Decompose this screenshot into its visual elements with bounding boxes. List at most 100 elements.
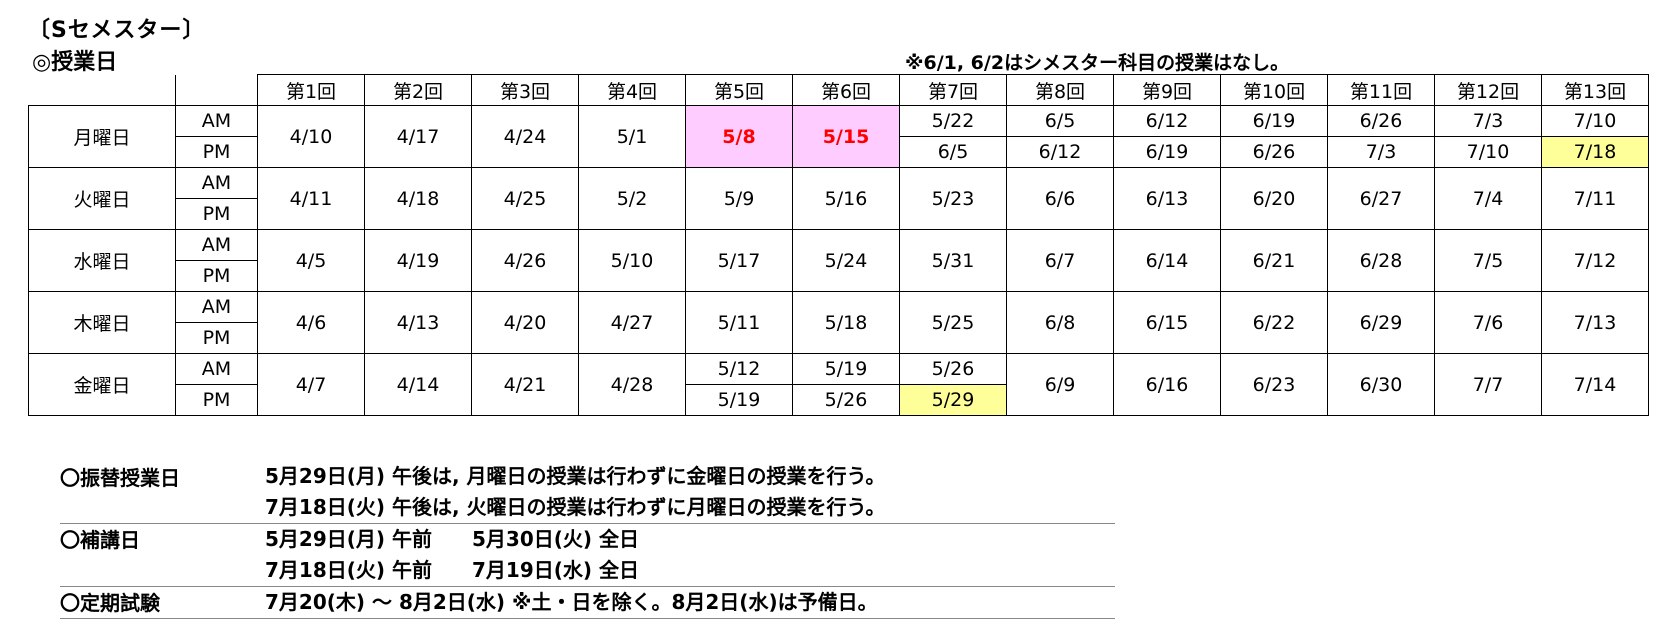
day-label-monday: 月曜日 bbox=[28, 105, 176, 168]
date-cell: 5/16 bbox=[792, 167, 900, 230]
date-cell: 5/18 bbox=[792, 291, 900, 354]
column-header: 第5回 bbox=[685, 74, 793, 106]
date-cell: 5/10 bbox=[578, 229, 686, 292]
day-label-friday: 金曜日 bbox=[28, 353, 176, 416]
pm-label: PM bbox=[175, 260, 258, 292]
column-header: 第7回 bbox=[899, 74, 1007, 106]
date-cell-highlight-pink: 5/8 bbox=[685, 105, 793, 168]
date-cell: 6/16 bbox=[1113, 353, 1221, 416]
semester-note: ※6/1, 6/2はシメスター科目の授業はなし。 bbox=[905, 52, 1290, 74]
date-cell: 6/26 bbox=[1327, 105, 1435, 137]
class-schedule-table: 第1回 第2回 第3回 第4回 第5回 第6回 第7回 第8回 第9回 第10回… bbox=[28, 74, 1649, 416]
pm-label: PM bbox=[175, 384, 258, 416]
date-cell: 4/13 bbox=[364, 291, 472, 354]
exam-label: 〇定期試験 bbox=[60, 591, 160, 615]
date-cell: 6/19 bbox=[1220, 105, 1328, 137]
date-cell: 6/14 bbox=[1113, 229, 1221, 292]
date-cell: 5/1 bbox=[578, 105, 686, 168]
date-cell: 6/20 bbox=[1220, 167, 1328, 230]
column-header: 第2回 bbox=[364, 74, 472, 106]
date-cell: 6/26 bbox=[1220, 136, 1328, 168]
date-cell: 5/11 bbox=[685, 291, 793, 354]
column-header: 第4回 bbox=[578, 74, 686, 106]
makeup-day-label: 〇振替授業日 bbox=[60, 466, 180, 490]
date-cell: 7/7 bbox=[1434, 353, 1542, 416]
corner-cell bbox=[175, 74, 258, 106]
date-cell: 5/26 bbox=[899, 353, 1007, 385]
wednesday-am-row: 水曜日 AM 4/5 4/19 4/26 5/10 5/17 5/24 5/31… bbox=[28, 229, 1649, 292]
date-cell: 6/28 bbox=[1327, 229, 1435, 292]
date-cell: 6/29 bbox=[1327, 291, 1435, 354]
date-cell: 6/15 bbox=[1113, 291, 1221, 354]
date-cell: 6/12 bbox=[1006, 136, 1114, 168]
date-cell: 4/7 bbox=[257, 353, 365, 416]
date-cell: 7/4 bbox=[1434, 167, 1542, 230]
date-cell: 4/19 bbox=[364, 229, 472, 292]
date-cell: 4/20 bbox=[471, 291, 579, 354]
date-cell: 5/26 bbox=[792, 384, 900, 416]
date-cell: 7/10 bbox=[1541, 105, 1649, 137]
date-cell: 5/19 bbox=[792, 353, 900, 385]
am-label: AM bbox=[175, 353, 258, 385]
supplementary-day-note: 〇補講日 5月29日(月) 午前 5月30日(火) 全日 7月18日(火) 午前… bbox=[60, 524, 1115, 587]
date-cell: 4/28 bbox=[578, 353, 686, 416]
date-cell: 4/6 bbox=[257, 291, 365, 354]
monday-am-row: 月曜日 AM 4/10 4/17 4/24 5/1 5/8 5/15 5/22 … bbox=[28, 105, 1649, 168]
column-header: 第1回 bbox=[257, 74, 365, 106]
date-cell: 6/9 bbox=[1006, 353, 1114, 416]
day-label-wednesday: 水曜日 bbox=[28, 229, 176, 292]
date-cell: 6/12 bbox=[1113, 105, 1221, 137]
pm-label: PM bbox=[175, 136, 258, 168]
date-cell: 6/27 bbox=[1327, 167, 1435, 230]
date-cell: 5/9 bbox=[685, 167, 793, 230]
header-row: 第1回 第2回 第3回 第4回 第5回 第6回 第7回 第8回 第9回 第10回… bbox=[29, 74, 1649, 106]
date-cell: 5/19 bbox=[685, 384, 793, 416]
date-cell: 4/21 bbox=[471, 353, 579, 416]
date-cell: 6/13 bbox=[1113, 167, 1221, 230]
date-cell: 5/22 bbox=[899, 105, 1007, 137]
date-cell: 5/12 bbox=[685, 353, 793, 385]
am-label: AM bbox=[175, 167, 258, 199]
date-cell: 5/2 bbox=[578, 167, 686, 230]
column-header: 第10回 bbox=[1220, 74, 1328, 106]
date-cell: 7/5 bbox=[1434, 229, 1542, 292]
column-header: 第13回 bbox=[1541, 74, 1649, 106]
am-label: AM bbox=[175, 291, 258, 323]
am-label: AM bbox=[175, 229, 258, 261]
column-header: 第11回 bbox=[1327, 74, 1435, 106]
exam-note: 〇定期試験 7月20(木) ～ 8月2日(水) ※土・日を除く。8月2日(水)は… bbox=[60, 587, 1115, 619]
date-cell: 6/23 bbox=[1220, 353, 1328, 416]
column-header: 第12回 bbox=[1434, 74, 1542, 106]
date-cell: 6/22 bbox=[1220, 291, 1328, 354]
date-cell: 5/23 bbox=[899, 167, 1007, 230]
date-cell: 5/25 bbox=[899, 291, 1007, 354]
pm-label: PM bbox=[175, 198, 258, 230]
date-cell-highlight-yellow: 5/29 bbox=[899, 384, 1007, 416]
date-cell: 6/19 bbox=[1113, 136, 1221, 168]
date-cell: 6/6 bbox=[1006, 167, 1114, 230]
semester-heading: 〔Sセメスター〕 bbox=[28, 18, 206, 43]
date-cell-highlight-pink: 5/15 bbox=[792, 105, 900, 168]
date-cell: 4/24 bbox=[471, 105, 579, 168]
date-cell: 6/8 bbox=[1006, 291, 1114, 354]
date-cell: 7/6 bbox=[1434, 291, 1542, 354]
makeup-day-line: 5月29日(月) 午後は, 月曜日の授業は行わずに金曜日の授業を行う。 bbox=[265, 464, 886, 488]
date-cell: 6/7 bbox=[1006, 229, 1114, 292]
column-header: 第3回 bbox=[471, 74, 579, 106]
supplementary-day-line: 5月29日(月) 午前 5月30日(火) 全日 bbox=[265, 527, 639, 551]
date-cell: 5/17 bbox=[685, 229, 793, 292]
date-cell: 6/30 bbox=[1327, 353, 1435, 416]
date-cell: 4/17 bbox=[364, 105, 472, 168]
class-days-heading: ◎授業日 bbox=[32, 50, 118, 75]
day-label-thursday: 木曜日 bbox=[28, 291, 176, 354]
column-header: 第9回 bbox=[1113, 74, 1221, 106]
date-cell: 4/27 bbox=[578, 291, 686, 354]
date-cell: 7/3 bbox=[1434, 105, 1542, 137]
date-cell: 4/11 bbox=[257, 167, 365, 230]
corner-cell bbox=[29, 75, 176, 106]
date-cell: 7/14 bbox=[1541, 353, 1649, 416]
date-cell: 4/5 bbox=[257, 229, 365, 292]
date-cell: 6/21 bbox=[1220, 229, 1328, 292]
date-cell: 4/10 bbox=[257, 105, 365, 168]
makeup-day-line: 7月18日(火) 午後は, 火曜日の授業は行わずに月曜日の授業を行う。 bbox=[265, 495, 886, 519]
